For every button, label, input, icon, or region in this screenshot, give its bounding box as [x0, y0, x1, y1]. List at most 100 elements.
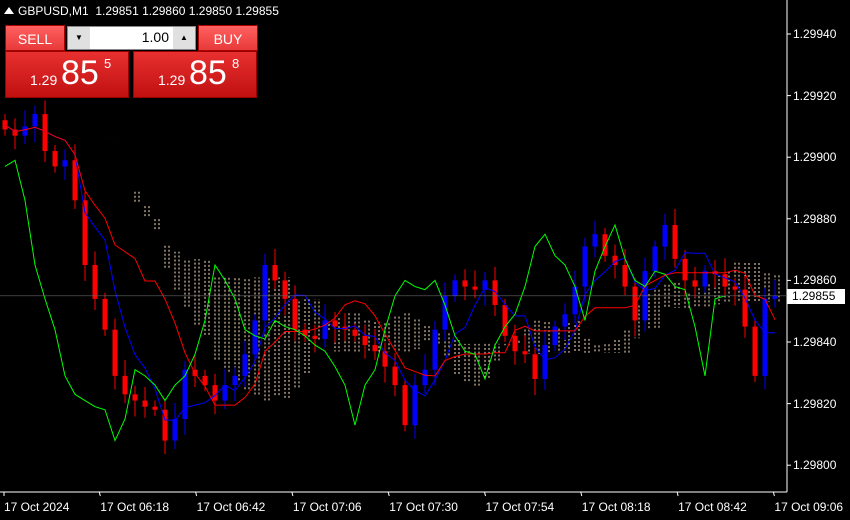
bear-candle — [462, 280, 468, 287]
y-axis-label: 1.29920 — [793, 88, 837, 103]
buy-price-button[interactable]: 1.29 85 8 — [133, 51, 257, 98]
kijun-sen-line — [4, 124, 776, 406]
bull-candle — [552, 326, 558, 346]
x-tick — [676, 491, 679, 497]
buy-price-big: 85 — [189, 54, 227, 92]
collapse-arrow-icon[interactable] — [4, 7, 14, 14]
x-tick — [772, 491, 775, 497]
bear-candle — [732, 286, 738, 290]
bear-candle — [392, 366, 398, 386]
bear-candle — [492, 280, 498, 306]
bear-candle — [312, 335, 318, 339]
bear-candle — [632, 286, 638, 321]
sell-price-prefix: 1.29 — [30, 72, 58, 88]
bull-candle — [582, 246, 588, 287]
bear-candle — [532, 354, 538, 379]
x-tick — [195, 491, 198, 497]
bull-candle — [562, 314, 568, 327]
bear-candle — [672, 224, 678, 259]
bull-candle — [772, 295, 778, 299]
bull-candle — [172, 419, 178, 441]
bear-candle — [622, 265, 628, 287]
x-tick — [580, 491, 583, 497]
bull-candle — [702, 271, 708, 287]
buy-button[interactable]: BUY — [198, 25, 258, 51]
bear-candle — [502, 305, 508, 336]
x-axis-label: 17 Oct 07:30 — [389, 500, 458, 514]
bear-candle — [402, 385, 408, 426]
y-axis-label: 1.29840 — [793, 335, 837, 349]
lot-size-stepper[interactable]: ▼ 1.00 ▲ — [67, 26, 196, 50]
x-axis-label: 17 Oct 08:42 — [678, 500, 747, 514]
bull-candle — [452, 280, 458, 296]
bull-candle — [22, 126, 28, 136]
bull-candle — [572, 286, 578, 315]
x-tick — [98, 491, 101, 497]
x-tick — [387, 491, 390, 497]
bull-candle — [592, 234, 598, 247]
bull-candle — [542, 345, 548, 379]
y-axis-label: 1.29800 — [793, 458, 837, 473]
sell-price-button[interactable]: 1.29 85 5 — [5, 51, 129, 98]
bull-candle — [242, 354, 248, 376]
bear-candle — [212, 385, 218, 401]
x-axis-label: 17 Oct 07:06 — [292, 500, 362, 514]
bear-candle — [512, 335, 518, 352]
buy-price-sup: 8 — [232, 56, 240, 71]
bear-candle — [722, 274, 728, 287]
bear-candle — [282, 280, 288, 299]
y-axis-label: 1.29820 — [793, 396, 837, 411]
y-axis-label: 1.29900 — [793, 150, 837, 165]
bear-candle — [522, 351, 528, 355]
bear-candle — [362, 335, 368, 346]
bull-candle — [62, 160, 68, 167]
x-axis-label: 17 Oct 08:18 — [581, 500, 651, 514]
x-tick — [291, 491, 294, 497]
x-tick — [484, 491, 486, 497]
y-axis-label: 1.29880 — [793, 211, 837, 226]
bear-candle — [92, 265, 98, 299]
x-axis-label: 17 Oct 2024 — [4, 500, 70, 514]
sell-price-sup: 5 — [104, 56, 112, 71]
bull-candle — [652, 246, 658, 272]
bear-candle — [152, 406, 158, 410]
bear-candle — [292, 298, 298, 330]
x-axis-label: 17 Oct 06:18 — [100, 500, 170, 514]
ohlc-label: 1.29851 1.29860 1.29850 1.29855 — [95, 4, 279, 18]
y-axis-label: 1.29940 — [793, 27, 837, 41]
chart-title: GBPUSD,M1 1.29851 1.29860 1.29850 1.2985… — [4, 4, 279, 18]
bear-candle — [692, 280, 698, 287]
bull-candle — [262, 265, 268, 321]
symbol-label: GBPUSD,M1 — [18, 4, 89, 18]
bull-candle — [432, 329, 438, 370]
bull-candle — [32, 114, 38, 127]
x-axis-label: 17 Oct 07:54 — [485, 500, 555, 514]
sell-price-big: 85 — [61, 54, 99, 92]
bear-candle — [102, 298, 108, 330]
lot-size-input[interactable]: 1.00 — [142, 29, 169, 45]
bear-candle — [142, 400, 148, 407]
bear-candle — [472, 286, 478, 290]
bull-candle — [422, 369, 428, 386]
bull-candle — [662, 224, 668, 247]
increase-lot-icon[interactable]: ▲ — [173, 27, 195, 49]
bull-candle — [232, 375, 238, 386]
bear-candle — [352, 329, 358, 336]
bear-candle — [752, 326, 758, 376]
bear-candle — [112, 329, 118, 376]
sell-button[interactable]: SELL — [5, 25, 65, 51]
decrease-lot-icon[interactable]: ▼ — [68, 27, 90, 49]
current-price-label: 1.29855 — [787, 289, 845, 304]
bull-candle — [252, 320, 258, 355]
x-axis-label: 17 Oct 06:42 — [196, 500, 266, 514]
bear-candle — [682, 258, 688, 281]
bear-candle — [372, 345, 378, 352]
bear-candle — [132, 394, 138, 401]
chikou-span-line — [4, 159, 726, 442]
bull-candle — [762, 298, 768, 376]
bear-candle — [122, 375, 128, 395]
x-axis-label: 17 Oct 09:06 — [774, 500, 844, 514]
bear-candle — [332, 320, 338, 327]
y-axis-label: 1.29860 — [793, 273, 837, 288]
one-click-trading-panel: SELL ▼ 1.00 ▲ BUY 1.29 85 5 1.29 85 8 — [5, 25, 258, 98]
